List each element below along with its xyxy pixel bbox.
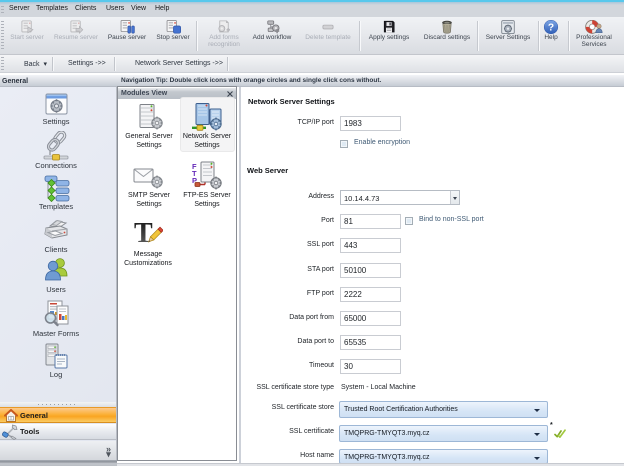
svg-text:T: T bbox=[134, 220, 153, 249]
svg-text:?: ? bbox=[548, 23, 554, 34]
